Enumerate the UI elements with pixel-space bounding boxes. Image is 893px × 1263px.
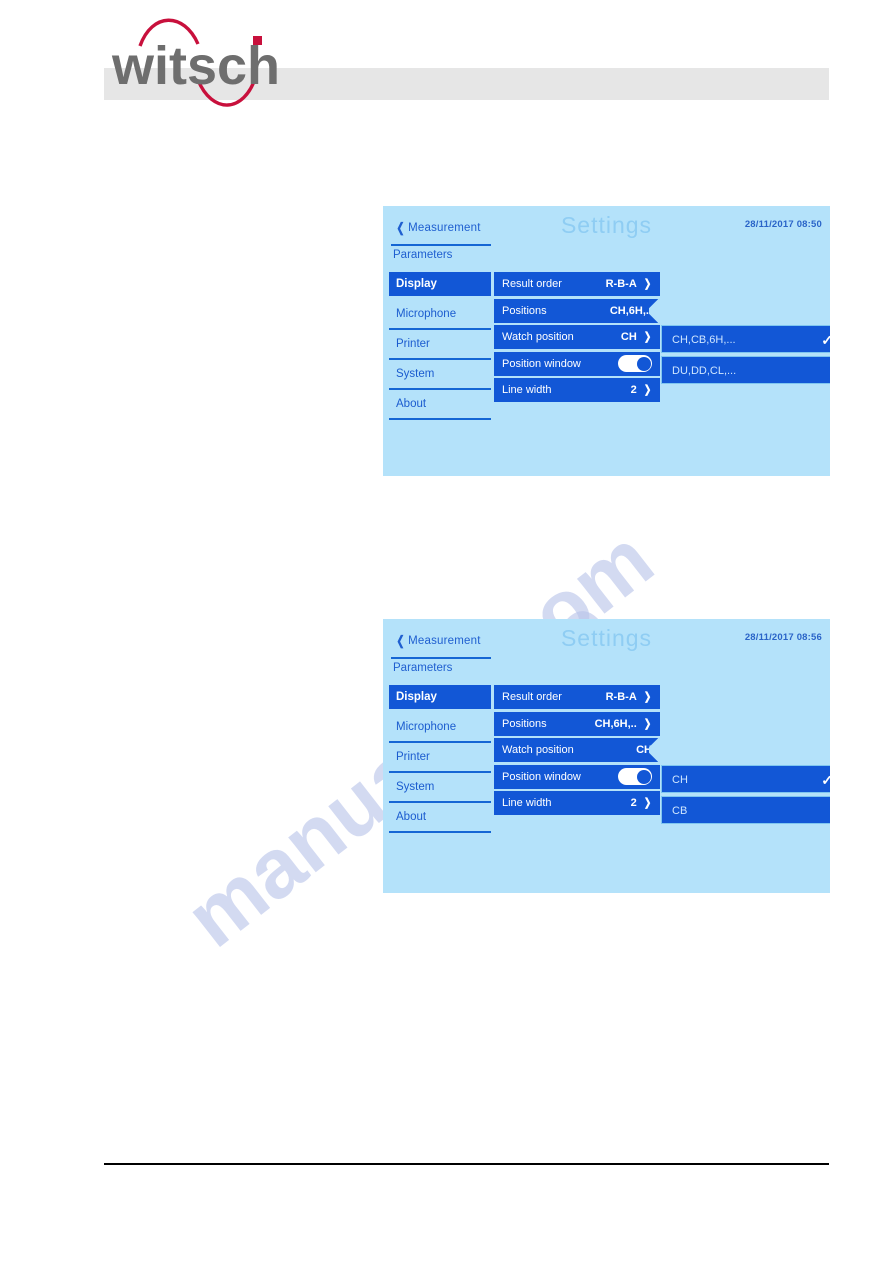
parameter-list: Result order ❯ R-B-A Positions ❯ CH,6H,.…: [494, 685, 660, 818]
sidebar-item-about[interactable]: About: [389, 805, 491, 829]
sidebar-separator: [389, 298, 491, 300]
param-row-line-width[interactable]: Line width ❯ 2: [494, 378, 660, 402]
witschi-logo-svg: witschi: [111, 18, 281, 107]
datetime-display: 28/11/2017 08:56: [744, 632, 822, 643]
param-row-position-window[interactable]: Position window: [494, 764, 660, 789]
param-label: Position window: [502, 357, 581, 370]
param-label: Line width: [502, 384, 552, 396]
parameter-list: Result order ❯ R-B-A Positions CH,6H,.. …: [494, 272, 660, 405]
sidebar-item-microphone[interactable]: Microphone: [389, 302, 491, 326]
param-value: R-B-A: [605, 691, 637, 703]
device-screenshot-settings-watch-position: ❮ Measurement Settings 28/11/2017 08:56 P…: [383, 619, 830, 893]
param-label: Result order: [502, 691, 562, 703]
param-value: CH,6H,..: [594, 717, 637, 730]
sidebar: Display Microphone Printer System About: [389, 272, 491, 422]
screen-header: ❮ Measurement Settings 28/11/2017 08:50: [383, 206, 830, 248]
position-window-toggle[interactable]: [618, 768, 652, 785]
positions-option-popup: CH,CB,6H,... ✓ DU,DD,CL,...: [661, 325, 830, 387]
popup-option-label: CH: [672, 774, 688, 786]
popup-pointer-left-icon: [649, 738, 661, 762]
param-row-result-order[interactable]: Result order ❯ R-B-A: [494, 272, 660, 296]
sidebar-item-printer[interactable]: Printer: [389, 332, 491, 356]
sidebar-separator: [389, 831, 491, 833]
popup-option-label: DU,DD,CL,...: [672, 365, 737, 377]
sidebar-item-label: Printer: [396, 751, 430, 763]
back-underline: [391, 244, 491, 246]
sidebar-item-label: Microphone: [396, 308, 457, 320]
param-value: CH: [620, 331, 637, 343]
sidebar-item-label: About: [396, 398, 427, 410]
sidebar-item-display[interactable]: Display: [389, 685, 491, 709]
popup-option-item[interactable]: CH,CB,6H,... ✓: [661, 325, 830, 353]
sidebar-separator: [389, 388, 491, 390]
sidebar-item-label: Printer: [396, 338, 430, 350]
chevron-right-icon: ❯: [643, 331, 652, 343]
sidebar-separator: [389, 741, 491, 743]
sidebar-separator: [389, 358, 491, 360]
sidebar-item-label: System: [396, 368, 435, 380]
sidebar-separator: [389, 771, 491, 773]
position-window-toggle[interactable]: [618, 355, 652, 372]
param-row-result-order[interactable]: Result order ❯ R-B-A: [494, 685, 660, 709]
screen-header: ❮ Measurement Settings 28/11/2017 08:56: [383, 619, 830, 661]
toggle-knob: [636, 356, 651, 371]
param-value: 2: [630, 384, 637, 396]
footer-divider: [104, 1163, 829, 1165]
param-row-position-window[interactable]: Position window: [494, 351, 660, 376]
param-value: 2: [630, 797, 637, 809]
sidebar-separator: [389, 801, 491, 803]
param-value: R-B-A: [605, 278, 637, 290]
popup-option-item[interactable]: DU,DD,CL,...: [661, 356, 830, 384]
sidebar-item-about[interactable]: About: [389, 392, 491, 416]
sidebar-item-label: About: [396, 811, 427, 823]
param-row-watch-position[interactable]: Watch position ❯ CH: [494, 325, 660, 349]
param-label: Position window: [502, 770, 581, 783]
param-row-line-width[interactable]: Line width ❯ 2: [494, 791, 660, 815]
witschi-logo: witschi: [106, 14, 281, 119]
popup-option-item[interactable]: CB: [661, 796, 830, 824]
popup-option-label: CH,CB,6H,...: [672, 334, 736, 346]
device-screenshot-settings-positions: ❮ Measurement Settings 28/11/2017 08:50 P…: [383, 206, 830, 476]
sidebar-separator: [389, 418, 491, 420]
sidebar-separator: [389, 711, 491, 713]
param-value: CH,6H,..: [609, 304, 652, 317]
sidebar-separator: [389, 328, 491, 330]
param-label: Watch position: [502, 744, 574, 756]
section-label-parameters: Parameters: [393, 249, 453, 261]
param-row-positions[interactable]: Positions ❯ CH,6H,..: [494, 711, 660, 736]
sidebar-item-label: System: [396, 781, 435, 793]
param-row-positions[interactable]: Positions CH,6H,..: [494, 298, 661, 323]
popup-option-label: CB: [672, 805, 688, 817]
sidebar-item-microphone[interactable]: Microphone: [389, 715, 491, 739]
param-label: Positions: [502, 717, 547, 730]
sidebar-item-label: Microphone: [396, 721, 457, 733]
chevron-right-icon: ❯: [643, 691, 652, 703]
toggle-knob: [636, 769, 651, 784]
popup-option-item[interactable]: CH ✓: [661, 765, 830, 793]
sidebar-item-system[interactable]: System: [389, 362, 491, 386]
param-label: Result order: [502, 278, 562, 290]
chevron-right-icon: ❯: [643, 717, 652, 730]
datetime-display: 28/11/2017 08:50: [744, 219, 822, 230]
param-label: Line width: [502, 797, 552, 809]
back-underline: [391, 657, 491, 659]
sidebar: Display Microphone Printer System About: [389, 685, 491, 835]
sidebar-item-display[interactable]: Display: [389, 272, 491, 296]
section-label-parameters: Parameters: [393, 662, 453, 674]
popup-pointer-left-icon: [649, 299, 661, 323]
param-row-watch-position[interactable]: Watch position CH: [494, 738, 660, 762]
watch-position-option-popup: CH ✓ CB: [661, 765, 830, 827]
sidebar-item-printer[interactable]: Printer: [389, 745, 491, 769]
check-icon: ✓: [821, 332, 830, 348]
param-label: Positions: [502, 304, 547, 317]
sidebar-item-system[interactable]: System: [389, 775, 491, 799]
chevron-right-icon: ❯: [643, 384, 652, 396]
check-icon: ✓: [821, 772, 830, 788]
sidebar-item-label: Display: [396, 691, 437, 703]
chevron-right-icon: ❯: [643, 797, 652, 809]
sidebar-item-label: Display: [396, 278, 437, 290]
param-label: Watch position: [502, 331, 574, 343]
chevron-right-icon: ❯: [643, 278, 652, 290]
